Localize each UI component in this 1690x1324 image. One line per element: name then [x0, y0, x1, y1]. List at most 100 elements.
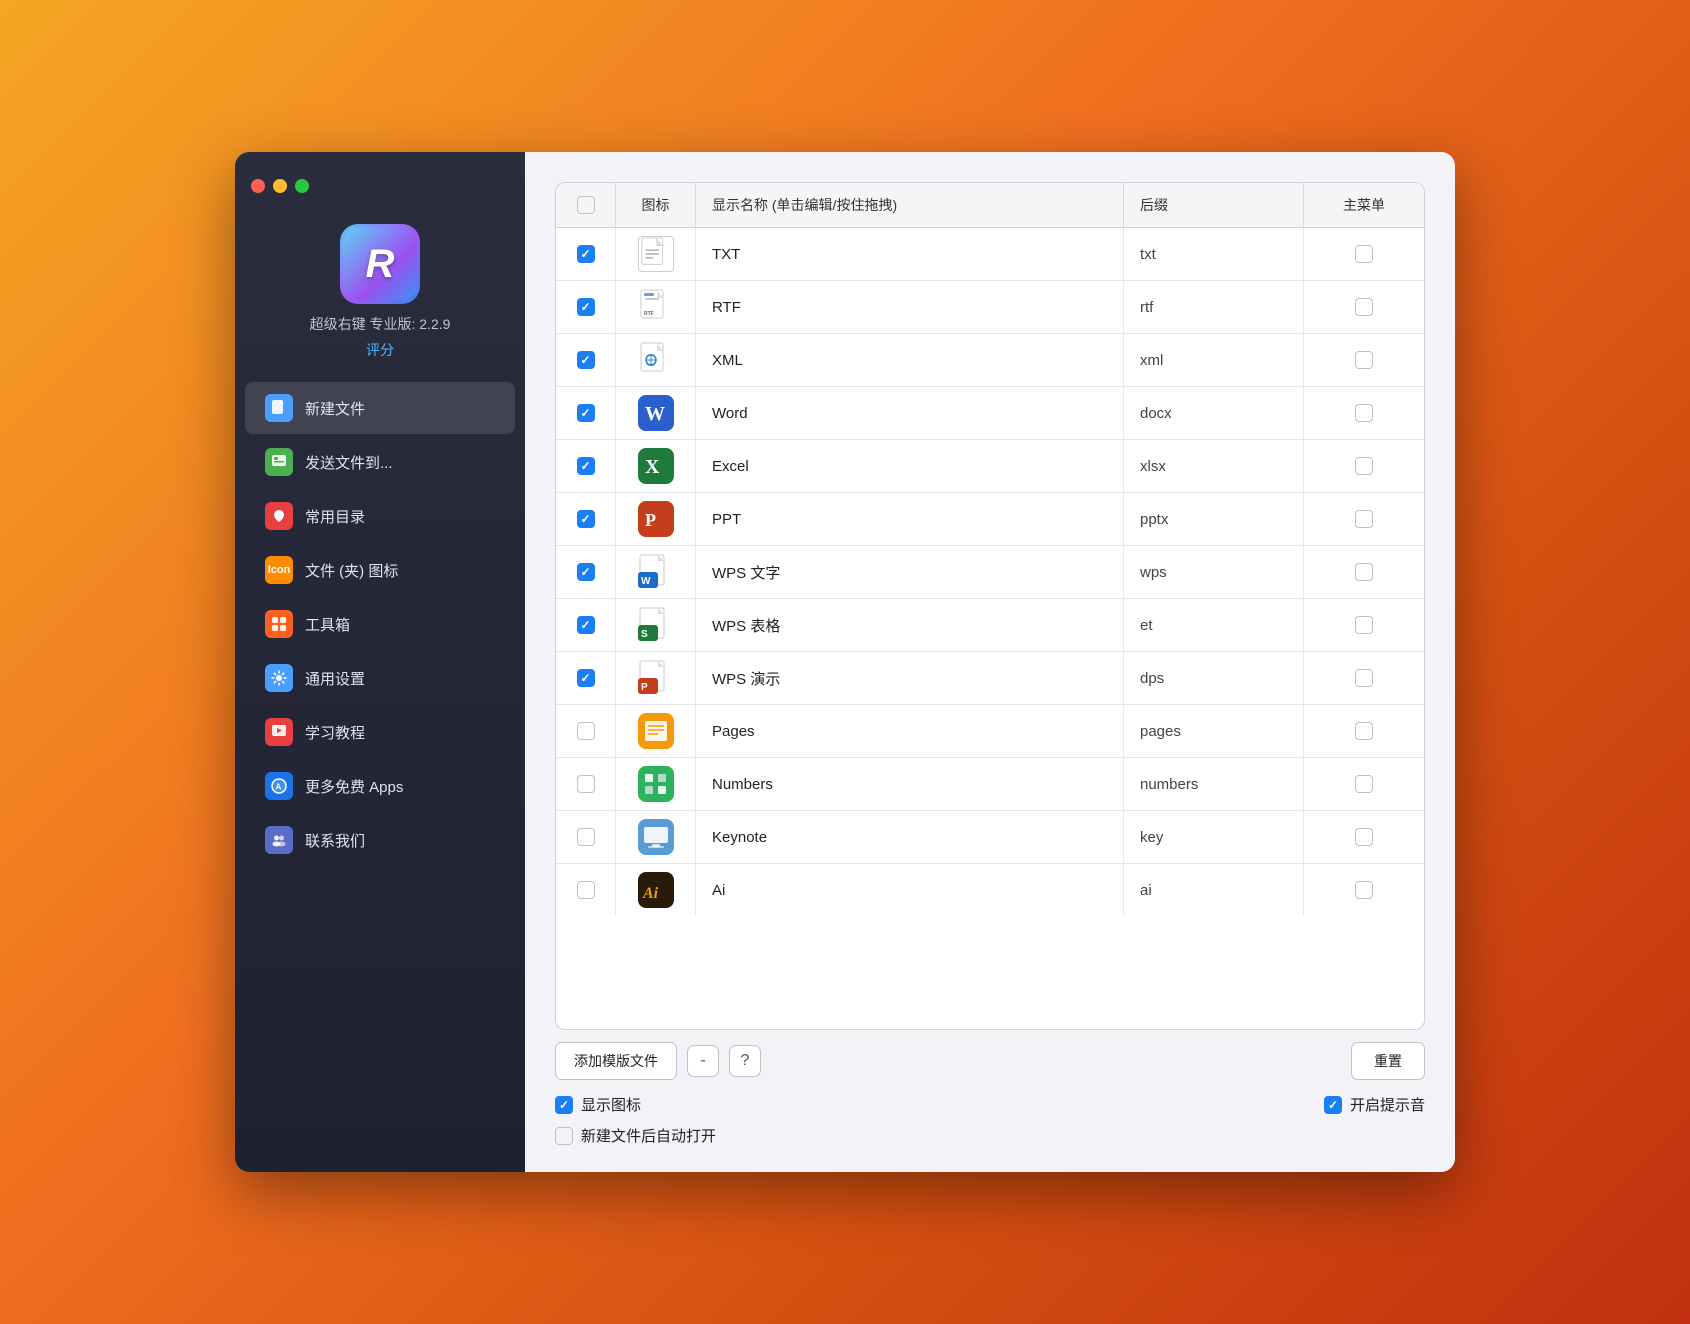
menu-cell-pages[interactable]	[1304, 705, 1424, 757]
menu-cell-wps-table[interactable]	[1304, 599, 1424, 651]
suffix-cell-wps-text: wps	[1124, 546, 1304, 598]
name-cell-txt[interactable]: TXT	[696, 228, 1124, 280]
add-template-button[interactable]: 添加模版文件	[555, 1042, 677, 1080]
enable-cell[interactable]	[556, 228, 616, 280]
enable-sound-label: 开启提示音	[1350, 1094, 1425, 1115]
name-cell-rtf[interactable]: RTF	[696, 281, 1124, 333]
menu-cell-txt[interactable]	[1304, 228, 1424, 280]
row-enable-checkbox-ppt[interactable]	[577, 510, 595, 528]
enable-cell[interactable]	[556, 387, 616, 439]
menu-checkbox-numbers[interactable]	[1355, 775, 1373, 793]
menu-cell-xml[interactable]	[1304, 334, 1424, 386]
menu-checkbox-wps-pres[interactable]	[1355, 669, 1373, 687]
fullscreen-button[interactable]	[295, 179, 309, 193]
row-enable-checkbox-wps-text[interactable]	[577, 563, 595, 581]
enable-cell[interactable]	[556, 334, 616, 386]
suffix-cell-wps-table: et	[1124, 599, 1304, 651]
menu-cell-excel[interactable]	[1304, 440, 1424, 492]
remove-button[interactable]: -	[687, 1045, 719, 1077]
sidebar-item-more-apps[interactable]: A 更多免费 Apps	[245, 760, 515, 812]
menu-cell-ai[interactable]	[1304, 864, 1424, 916]
row-enable-checkbox-word[interactable]	[577, 404, 595, 422]
row-enable-checkbox-xml[interactable]	[577, 351, 595, 369]
help-button[interactable]: ?	[729, 1045, 761, 1077]
show-icons-checkbox[interactable]	[555, 1096, 573, 1114]
menu-checkbox-keynote[interactable]	[1355, 828, 1373, 846]
svg-text:P: P	[645, 510, 656, 530]
enable-cell[interactable]	[556, 758, 616, 810]
enable-cell[interactable]	[556, 493, 616, 545]
name-cell-wps-text[interactable]: WPS 文字	[696, 546, 1124, 598]
row-enable-checkbox-keynote[interactable]	[577, 828, 595, 846]
row-enable-checkbox-ai[interactable]	[577, 881, 595, 899]
menu-checkbox-ai[interactable]	[1355, 881, 1373, 899]
close-button[interactable]	[251, 179, 265, 193]
general-settings-icon	[265, 664, 293, 692]
enable-cell[interactable]	[556, 440, 616, 492]
menu-cell-numbers[interactable]	[1304, 758, 1424, 810]
name-cell-word[interactable]: Word	[696, 387, 1124, 439]
menu-checkbox-txt[interactable]	[1355, 245, 1373, 263]
menu-checkbox-excel[interactable]	[1355, 457, 1373, 475]
menu-cell-ppt[interactable]	[1304, 493, 1424, 545]
sidebar-item-file-icon[interactable]: Icon 文件 (夹) 图标	[245, 544, 515, 596]
app-rating-link[interactable]: 评分	[366, 340, 394, 360]
sidebar-item-tutorials[interactable]: 学习教程	[245, 706, 515, 758]
row-enable-checkbox-excel[interactable]	[577, 457, 595, 475]
menu-checkbox-xml[interactable]	[1355, 351, 1373, 369]
row-enable-checkbox-txt[interactable]	[577, 245, 595, 263]
name-cell-keynote[interactable]: Keynote	[696, 811, 1124, 863]
suffix-cell-ai: ai	[1124, 864, 1304, 916]
row-enable-checkbox-wps-pres[interactable]	[577, 669, 595, 687]
header-enable-checkbox[interactable]	[577, 196, 595, 214]
name-cell-ppt[interactable]: PPT	[696, 493, 1124, 545]
row-enable-checkbox-numbers[interactable]	[577, 775, 595, 793]
menu-cell-keynote[interactable]	[1304, 811, 1424, 863]
enable-cell[interactable]	[556, 281, 616, 333]
name-cell-wps-table[interactable]: WPS 表格	[696, 599, 1124, 651]
row-enable-checkbox-rtf[interactable]	[577, 298, 595, 316]
name-cell-numbers[interactable]: Numbers	[696, 758, 1124, 810]
minimize-button[interactable]	[273, 179, 287, 193]
menu-checkbox-wps-table[interactable]	[1355, 616, 1373, 634]
sidebar-item-general-settings[interactable]: 通用设置	[245, 652, 515, 704]
sidebar-item-new-file[interactable]: 新建文件	[245, 382, 515, 434]
enable-sound-checkbox[interactable]	[1324, 1096, 1342, 1114]
sidebar-item-toolbox[interactable]: 工具箱	[245, 598, 515, 650]
enable-cell[interactable]	[556, 546, 616, 598]
menu-cell-wps-text[interactable]	[1304, 546, 1424, 598]
auto-open-option[interactable]: 新建文件后自动打开	[555, 1125, 716, 1146]
auto-open-checkbox[interactable]	[555, 1127, 573, 1145]
menu-cell-wps-pres[interactable]	[1304, 652, 1424, 704]
menu-cell-word[interactable]	[1304, 387, 1424, 439]
table-row: X Excel xlsx	[556, 440, 1424, 493]
app-version: 超级右键 专业版: 2.2.9	[310, 314, 451, 334]
file-icon-pages	[638, 713, 674, 749]
enable-cell[interactable]	[556, 599, 616, 651]
enable-cell[interactable]	[556, 811, 616, 863]
name-cell-wps-pres[interactable]: WPS 演示	[696, 652, 1124, 704]
menu-checkbox-ppt[interactable]	[1355, 510, 1373, 528]
file-icon-ppt: P	[638, 501, 674, 537]
sidebar-item-send-file[interactable]: 发送文件到...	[245, 436, 515, 488]
name-cell-ai[interactable]: Ai	[696, 864, 1124, 916]
enable-cell[interactable]	[556, 652, 616, 704]
reset-button[interactable]: 重置	[1351, 1042, 1425, 1080]
menu-checkbox-wps-text[interactable]	[1355, 563, 1373, 581]
menu-checkbox-pages[interactable]	[1355, 722, 1373, 740]
sidebar-item-contact-us[interactable]: 联系我们	[245, 814, 515, 866]
name-cell-pages[interactable]: Pages	[696, 705, 1124, 757]
suffix-cell-excel: xlsx	[1124, 440, 1304, 492]
menu-checkbox-rtf[interactable]	[1355, 298, 1373, 316]
row-enable-checkbox-pages[interactable]	[577, 722, 595, 740]
enable-cell[interactable]	[556, 705, 616, 757]
name-cell-excel[interactable]: Excel	[696, 440, 1124, 492]
menu-cell-rtf[interactable]	[1304, 281, 1424, 333]
enable-sound-option[interactable]: 开启提示音	[1324, 1094, 1425, 1115]
sidebar-item-common-dirs[interactable]: 常用目录	[245, 490, 515, 542]
enable-cell[interactable]	[556, 864, 616, 916]
name-cell-xml[interactable]: XML	[696, 334, 1124, 386]
show-icons-option[interactable]: 显示图标	[555, 1094, 641, 1115]
row-enable-checkbox-wps-table[interactable]	[577, 616, 595, 634]
menu-checkbox-word[interactable]	[1355, 404, 1373, 422]
